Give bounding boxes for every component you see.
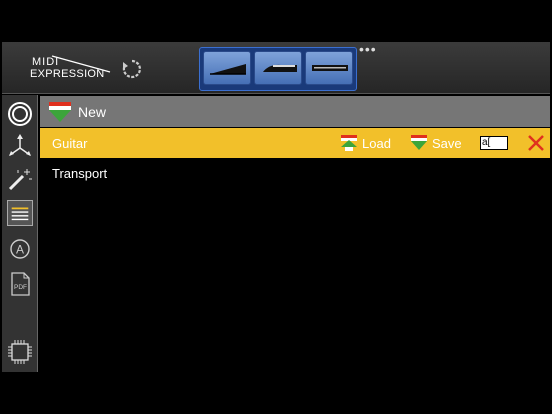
sidebar: A PDF [2, 95, 38, 372]
save-button[interactable]: Save [410, 133, 462, 153]
logo-line1: MIDI [32, 56, 60, 68]
pdf-icon[interactable]: PDF [7, 271, 33, 297]
list-toolbar: New [40, 96, 550, 127]
logo-line2: EXPRESSION [30, 68, 105, 80]
a-circle-icon[interactable]: A [7, 236, 33, 262]
new-button[interactable]: New [48, 99, 106, 124]
header-bar: MIDI EXPRESSION ••• [2, 42, 550, 94]
pedal-bar-icon [312, 65, 348, 71]
load-button[interactable]: Load [340, 133, 391, 153]
refresh-icon[interactable] [122, 59, 142, 79]
pedal-expression-button[interactable] [203, 51, 251, 85]
save-label: Save [432, 135, 462, 151]
load-icon [341, 135, 357, 151]
save-icon [411, 135, 427, 150]
svg-text:A: A [16, 243, 24, 257]
list-item-label: Guitar [52, 136, 88, 151]
pedal-bar-button[interactable] [305, 51, 353, 85]
record-icon[interactable] [7, 101, 33, 127]
delete-icon[interactable] [526, 133, 546, 153]
app-logo: MIDI EXPRESSION [30, 52, 112, 86]
list-item-label: Transport [52, 166, 108, 181]
preset-list: Guitar Load Save a[ Transport [40, 128, 550, 372]
load-label: Load [362, 135, 391, 151]
chip-icon[interactable] [7, 339, 33, 365]
pedal-expression-icon [210, 64, 246, 75]
new-arrow-icon [49, 101, 71, 122]
pedal-slider-button[interactable] [254, 51, 302, 85]
preset-name-field[interactable]: a[ [480, 136, 508, 150]
new-button-label: New [78, 103, 107, 120]
arrows-icon[interactable] [7, 133, 33, 159]
list-icon[interactable] [7, 200, 33, 226]
pedal-slider-icon [263, 64, 297, 72]
list-item-guitar[interactable]: Guitar Load Save a[ [40, 128, 550, 158]
list-item-transport[interactable]: Transport [40, 158, 550, 188]
pedal-selector [199, 47, 357, 91]
more-menu-button[interactable]: ••• [359, 42, 377, 56]
wand-icon[interactable] [7, 166, 33, 192]
svg-text:PDF: PDF [14, 284, 27, 291]
